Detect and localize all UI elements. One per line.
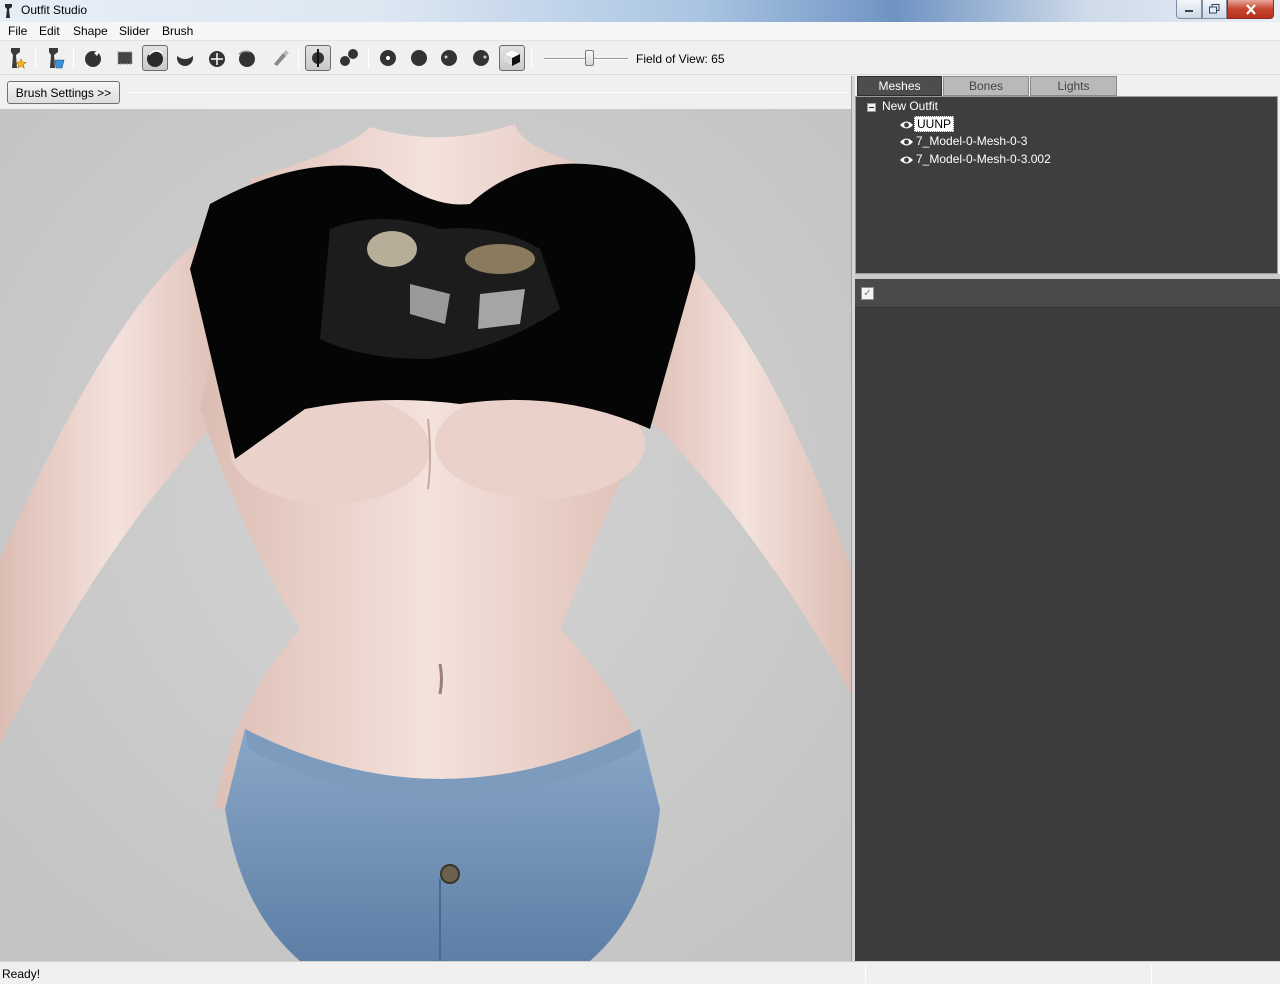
status-divider: [1151, 965, 1152, 983]
slider-enable-checkbox[interactable]: ✓: [861, 287, 874, 300]
load-outfit-icon: [49, 48, 65, 69]
mesh-tree: New Outfit UUNP 7_Model-0-Mesh-0-3 7_Mod…: [855, 96, 1278, 274]
app-icon: [5, 4, 12, 18]
model-render: [0, 109, 851, 961]
mask-brush-button[interactable]: [112, 45, 138, 71]
select-brush-icon: [85, 50, 101, 67]
close-icon: [1245, 3, 1256, 15]
window-title: Outfit Studio: [21, 3, 88, 17]
field-of-view-label: Field of View: 65: [636, 52, 725, 66]
menu-edit[interactable]: Edit: [39, 24, 60, 38]
move-brush-button[interactable]: [204, 45, 230, 71]
wireframe-icon: [411, 50, 427, 66]
status-divider: [865, 965, 866, 983]
menu-bar: File Edit Shape Slider Brush: [0, 22, 1280, 41]
restore-icon: [1209, 4, 1220, 14]
status-text: Ready!: [2, 967, 41, 981]
load-reference-button[interactable]: [4, 45, 30, 71]
lighting-button[interactable]: [436, 45, 462, 71]
weight-brush-button[interactable]: [267, 45, 293, 71]
panel-tabs: Meshes Bones Lights: [855, 76, 1280, 96]
cube-view-icon: [504, 50, 520, 66]
mesh-label: 7_Model-0-Mesh-0-3: [916, 134, 1028, 148]
toolbar: Field of View: 65: [0, 41, 1280, 75]
select-brush-button[interactable]: [80, 45, 106, 71]
wireframe-button[interactable]: [406, 45, 432, 71]
load-outfit-button[interactable]: [42, 45, 68, 71]
tree-item-mesh[interactable]: 7_Model-0-Mesh-0-3: [899, 134, 1029, 150]
connected-button[interactable]: [336, 45, 362, 71]
slider-panel: ✓: [855, 279, 1280, 961]
vertex-button[interactable]: [375, 45, 401, 71]
tab-bones[interactable]: Bones: [943, 76, 1029, 96]
toolbar-separator: [531, 47, 532, 69]
brush-settings-button[interactable]: Brush Settings >>: [7, 81, 120, 104]
brush-settings-bar: Brush Settings >>: [0, 76, 851, 109]
toolbar-separator: [35, 47, 36, 69]
weight-brush-icon: [274, 50, 289, 66]
slider-thumb[interactable]: [585, 50, 594, 66]
lighting-icon: [441, 50, 457, 66]
tree-root-outfit[interactable]: New Outfit: [882, 99, 938, 115]
load-reference-icon: [11, 48, 27, 69]
field-of-view-slider[interactable]: [544, 50, 628, 66]
smooth-brush-icon: [238, 50, 255, 67]
inflate-brush-icon: [147, 50, 163, 67]
toolbar-separator: [368, 47, 369, 69]
deflate-brush-button[interactable]: [172, 45, 198, 71]
texture-button[interactable]: [468, 45, 494, 71]
mirror-button[interactable]: [305, 45, 331, 71]
mask-brush-icon: [117, 51, 133, 65]
close-button[interactable]: [1227, 0, 1274, 19]
toolbar-separator: [73, 47, 74, 69]
tree-item-mesh[interactable]: 7_Model-0-Mesh-0-3.002: [899, 152, 1053, 168]
deflate-brush-icon: [177, 56, 193, 66]
vertex-icon: [380, 50, 396, 66]
tree-item-mesh[interactable]: UUNP: [899, 116, 955, 132]
cube-view-button[interactable]: [499, 45, 525, 71]
3d-viewport[interactable]: [0, 109, 851, 961]
minimize-icon: [1185, 10, 1193, 12]
texture-icon: [473, 50, 489, 66]
menu-slider[interactable]: Slider: [119, 24, 150, 38]
smooth-brush-button[interactable]: [234, 45, 260, 71]
move-brush-icon: [209, 51, 225, 67]
menu-brush[interactable]: Brush: [162, 24, 193, 38]
status-bar: Ready!: [0, 961, 1280, 984]
visibility-eye-icon[interactable]: [899, 155, 914, 165]
menu-shape[interactable]: Shape: [73, 24, 108, 38]
collapse-icon[interactable]: [867, 103, 876, 112]
tab-meshes[interactable]: Meshes: [857, 76, 942, 96]
menu-file[interactable]: File: [8, 24, 27, 38]
connected-icon: [340, 49, 358, 66]
toolbar-separator: [298, 47, 299, 69]
divider: [126, 92, 848, 93]
visibility-eye-icon[interactable]: [899, 120, 914, 130]
mesh-label: UUNP: [914, 116, 955, 132]
visibility-eye-icon[interactable]: [899, 137, 914, 147]
mirror-icon: [312, 49, 324, 67]
minimize-button[interactable]: [1176, 0, 1202, 19]
mesh-label: 7_Model-0-Mesh-0-3.002: [916, 152, 1051, 166]
inflate-brush-button[interactable]: [142, 45, 168, 71]
title-bar: Outfit Studio: [0, 0, 1280, 22]
restore-button[interactable]: [1202, 0, 1227, 19]
slider-panel-header: ✓: [855, 279, 1280, 308]
tab-lights[interactable]: Lights: [1030, 76, 1117, 96]
